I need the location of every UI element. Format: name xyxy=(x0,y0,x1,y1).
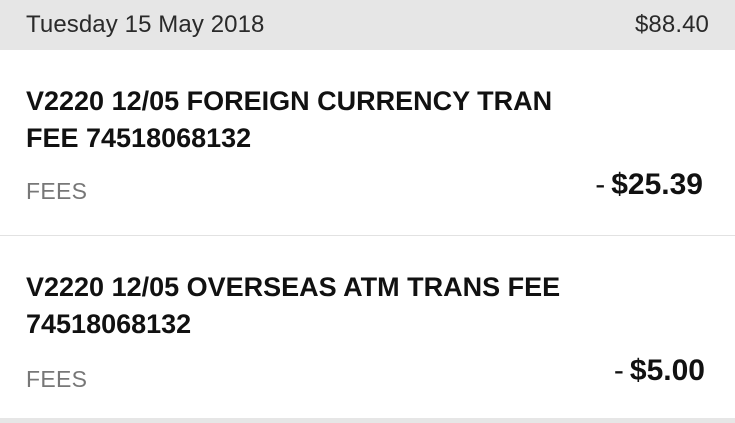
amount-sign: - xyxy=(595,168,606,201)
transaction-description: V2220 12/05 OVERSEAS ATM TRANS FEE 74518… xyxy=(26,272,561,339)
group-total: $88.40 xyxy=(634,11,709,38)
transaction-category: FEES xyxy=(26,178,88,204)
next-group-header-edge xyxy=(0,418,735,423)
amount-value: $5.00 xyxy=(629,354,705,387)
transaction-list-screen: Tuesday 15 May 2018 $88.40 V2220 12/05 F… xyxy=(0,0,735,423)
transaction-amount: - $25.39 xyxy=(595,168,703,202)
transaction-row[interactable]: V2220 12/05 FOREIGN CURRENCY TRAN FEE 74… xyxy=(0,50,735,236)
transaction-row[interactable]: V2220 12/05 OVERSEAS ATM TRANS FEE 74518… xyxy=(0,236,735,418)
date-group-header: Tuesday 15 May 2018 $88.40 xyxy=(0,0,735,50)
transaction-description: V2220 12/05 FOREIGN CURRENCY TRAN FEE 74… xyxy=(26,86,553,153)
amount-sign: - xyxy=(613,354,624,387)
amount-value: $25.39 xyxy=(611,168,703,201)
transaction-amount: - $5.00 xyxy=(614,354,705,388)
transaction-category: FEES xyxy=(26,366,88,392)
group-date: Tuesday 15 May 2018 xyxy=(26,11,265,38)
